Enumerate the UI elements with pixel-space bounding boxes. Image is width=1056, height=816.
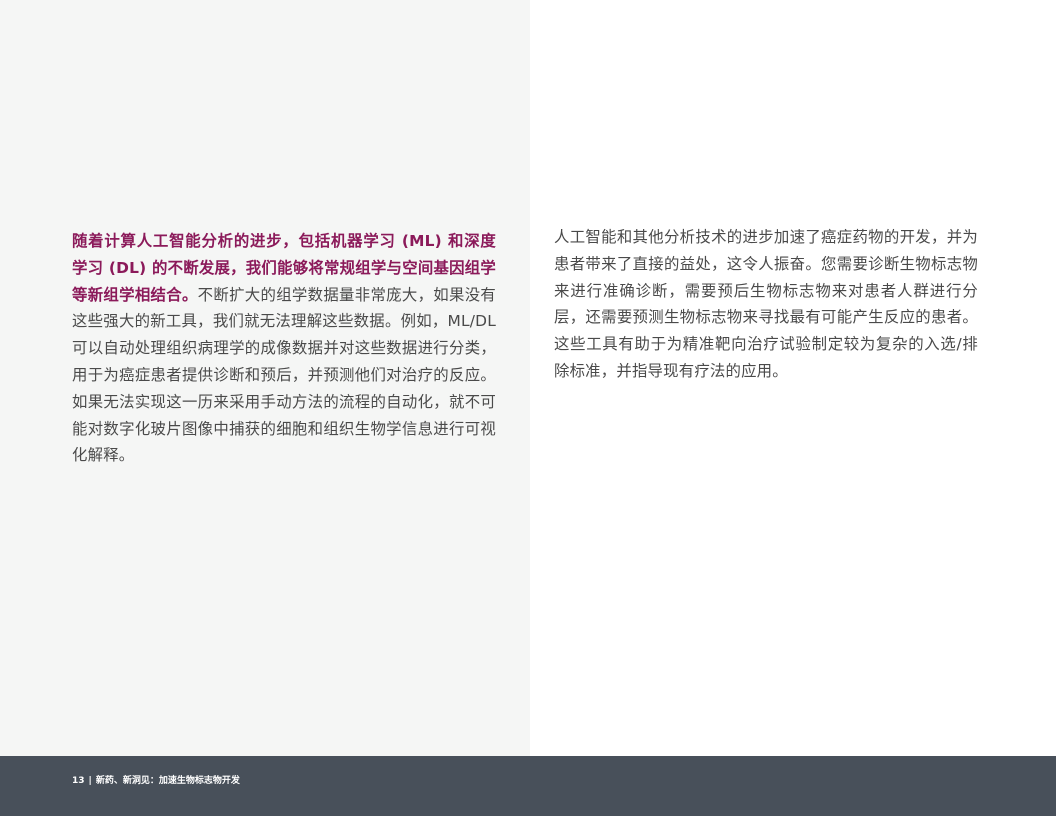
right-text-column: 人工智能和其他分析技术的进步加速了癌症药物的开发，并为患者带来了直接的益处，这令… <box>554 224 978 385</box>
page-number: 13 <box>72 776 85 786</box>
page-footer: 13 | 新药、新洞见：加速生物标志物开发 <box>0 756 1056 816</box>
right-body-text: 人工智能和其他分析技术的进步加速了癌症药物的开发，并为患者带来了直接的益处，这令… <box>554 228 978 380</box>
left-body-text: 不断扩大的组学数据量非常庞大，如果没有这些强大的新工具，我们就无法理解这些数据。… <box>72 285 496 465</box>
left-text-column: 随着计算人工智能分析的进步，包括机器学习 (ML) 和深度学习 (DL) 的不断… <box>72 228 496 469</box>
footer-separator: | <box>88 776 92 786</box>
document-title: 新药、新洞见：加速生物标志物开发 <box>95 776 240 786</box>
footer-text: 13 | 新药、新洞见：加速生物标志物开发 <box>72 773 240 786</box>
document-page: 随着计算人工智能分析的进步，包括机器学习 (ML) 和深度学习 (DL) 的不断… <box>0 0 1056 816</box>
